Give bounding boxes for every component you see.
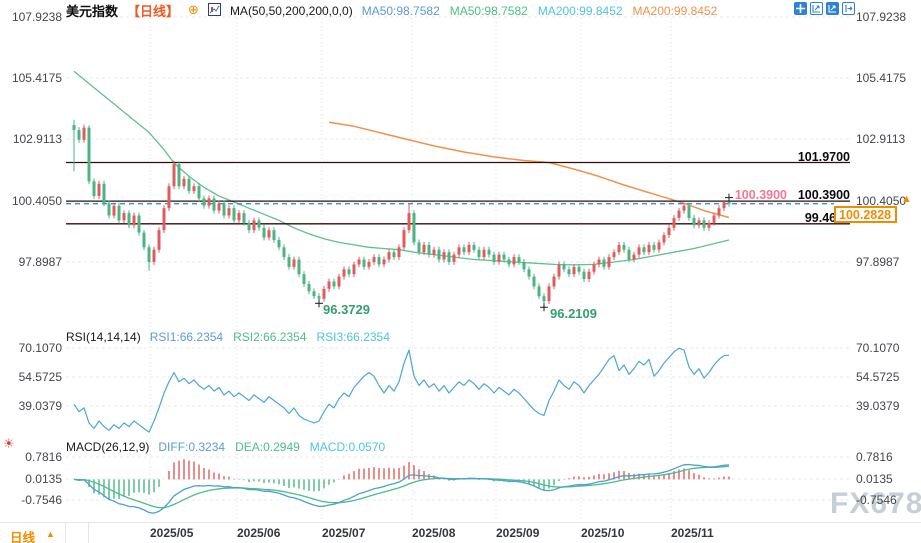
price-tick-left: 102.9113 (2, 132, 62, 146)
macd-tick-right: -0.7546 (856, 493, 897, 507)
price-tick-right: 97.8987 (856, 255, 899, 269)
low-annotation-2: 96.2109 (550, 306, 597, 321)
price-tick-left: 105.4175 (2, 71, 62, 85)
month-label: 2025/09 (496, 526, 539, 540)
chart-canvas[interactable] (0, 0, 921, 543)
macd-tick-left: 0.7816 (2, 450, 62, 464)
time-axis-bar: 日线 ▲ (0, 522, 921, 543)
pan-right-icon[interactable] (842, 2, 855, 15)
rsi-legend-value: RSI1:66.2354 (150, 330, 223, 344)
macd-header: MACD(26,12,9) DIFF:0.3234 DEA:0.2949 MACD:… (66, 440, 385, 454)
rsi-tick-right: 70.1070 (856, 341, 899, 355)
add-indicator-icon[interactable]: ⊕ (188, 3, 199, 18)
indicator-settings-sun-icon[interactable]: ☀ (3, 437, 15, 452)
month-label: 2025/07 (322, 526, 365, 540)
rsi-tick-left: 39.0379 (2, 399, 62, 413)
chart-toolbar (794, 2, 855, 15)
footer-period-selector[interactable]: 日线 (10, 527, 35, 543)
rsi-legend-value: RSI3:66.2354 (317, 330, 390, 344)
symbol-name: 美元指数 (66, 1, 118, 20)
chart-type-icon[interactable] (208, 3, 221, 19)
rsi-params-label: RSI(14,14,14) (66, 330, 141, 344)
macd-tick-right: 0.7816 (856, 450, 893, 464)
month-label: 2025/11 (671, 526, 714, 540)
month-label: 2025/06 (237, 526, 280, 540)
month-label: 2025/10 (581, 526, 624, 540)
ma-legend: MA50:98.7582 MA50:98.7582 MA200:99.8452 MA2… (362, 4, 718, 18)
price-tick-left: 107.9238 (2, 10, 62, 24)
month-label: 2025/05 (150, 526, 193, 540)
macd-tick-right: 0.0135 (856, 472, 893, 486)
trading-chart-window: 美元指数 【日线】 ⊕ MA(50,50,200,200,0,0) MA50:9… (0, 0, 921, 543)
price-tick-right: 105.4175 (856, 71, 906, 85)
ma-legend-value: MA200:99.8452 (538, 4, 623, 18)
price-up-arrow-icon: ▲ (901, 193, 912, 205)
macd-legend-value: DIFF:0.3234 (158, 440, 225, 454)
period-tag[interactable]: 【日线】 (127, 1, 179, 20)
ma-params-label: MA(50,50,200,200,0,0) (230, 4, 353, 18)
rsi-tick-right: 54.5725 (856, 370, 899, 384)
price-tick-right: 107.9238 (856, 10, 906, 24)
rsi-tick-left: 54.5725 (2, 370, 62, 384)
ma-legend-value: MA50:98.7582 (450, 4, 528, 18)
macd-tick-left: -0.7546 (2, 493, 62, 507)
current-price-box: 100.2828 (834, 206, 897, 223)
price-tick-right: 102.9113 (856, 132, 905, 146)
month-label: 2025/08 (412, 526, 455, 540)
ma-legend-value: MA50:98.7582 (362, 4, 440, 18)
ma-legend-value: MA200:99.8452 (633, 4, 718, 18)
macd-legend: DIFF:0.3234 DEA:0.2949 MACD:0.0570 (158, 440, 385, 454)
rsi-tick-right: 39.0379 (856, 399, 899, 413)
macd-tick-left: 0.0135 (2, 472, 62, 486)
main-chart-header: 美元指数 【日线】 ⊕ MA(50,50,200,200,0,0) MA50:9… (66, 1, 717, 20)
macd-legend-value: MACD:0.0570 (310, 440, 385, 454)
rsi-legend-value: RSI2:66.2354 (233, 330, 306, 344)
price-tick-left: 100.4050 (2, 194, 62, 208)
footer-period-arrow-icon[interactable]: ▲ (46, 529, 55, 539)
low-annotation-1: 96.3729 (323, 302, 370, 317)
crosshair-move-icon[interactable] (794, 2, 807, 15)
zoom-fit-axes-filled-icon[interactable] (826, 2, 839, 15)
alert-label-100-39: 100.3900 (700, 188, 787, 202)
hline-label-101-97: 101.9700 (760, 150, 850, 164)
footer-divider (88, 523, 89, 543)
zoom-fit-axes-icon[interactable] (810, 2, 823, 15)
price-tick-left: 97.8987 (2, 255, 62, 269)
macd-params-label: MACD(26,12,9) (66, 440, 149, 454)
footer-divider (65, 523, 66, 543)
rsi-header: RSI(14,14,14) RSI1:66.2354RSI2:66.2354RS… (66, 330, 390, 344)
rsi-tick-left: 70.1070 (2, 341, 62, 355)
macd-legend-value: DEA:0.2949 (235, 440, 300, 454)
rsi-legend: RSI1:66.2354 RSI2:66.2354 RSI3:66.2354 (150, 330, 390, 344)
